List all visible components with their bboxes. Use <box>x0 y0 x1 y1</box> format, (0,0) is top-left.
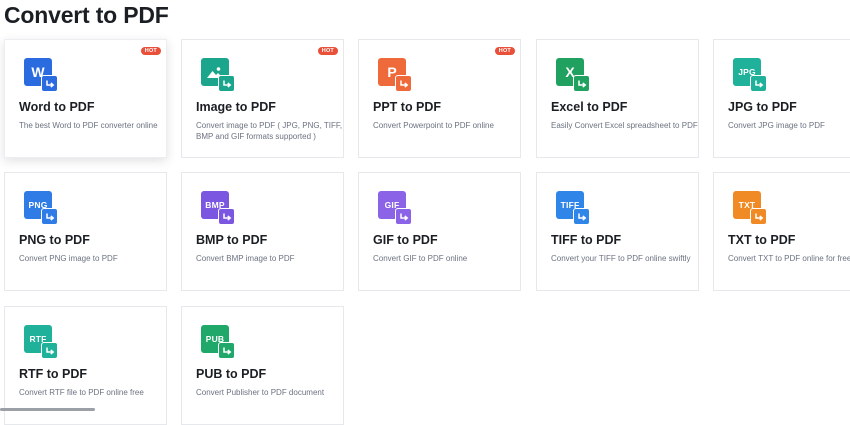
convert-arrow-icon <box>573 75 590 92</box>
hot-badge: HOT <box>317 47 338 55</box>
card-description: Convert your TIFF to PDF online swiftly <box>551 254 691 263</box>
converter-card-pub[interactable]: PUB PUB to PDF Convert Publisher to PDF do… <box>181 306 344 425</box>
converter-card-excel[interactable]: X Excel to PDF Easily Convert Excel spread… <box>536 39 699 158</box>
bmp-icon: BMP <box>201 191 235 225</box>
convert-arrow-icon <box>41 342 58 359</box>
convert-arrow-icon <box>218 342 235 359</box>
convert-arrow-icon <box>41 208 58 225</box>
converter-card-jpg[interactable]: JPG JPG to PDF Convert JPG image to PDF <box>713 39 850 158</box>
converter-card-tiff[interactable]: TIFF TIFF to PDF Convert your TIFF to PDF … <box>536 172 699 291</box>
powerpoint-icon: P <box>378 58 412 92</box>
card-title: Word to PDF <box>19 100 95 114</box>
jpg-icon: JPG <box>733 58 767 92</box>
card-title: BMP to PDF <box>196 233 268 247</box>
converter-card-bmp[interactable]: BMP BMP to PDF Convert BMP image to PDF <box>181 172 344 291</box>
converter-card-ppt[interactable]: P HOT PPT to PDF Convert Powerpoint to PDF … <box>358 39 521 158</box>
hot-badge: HOT <box>494 47 515 55</box>
converter-card-png[interactable]: PNG PNG to PDF Convert PNG image to PDF <box>4 172 167 291</box>
publisher-icon: PUB <box>201 325 235 359</box>
convert-arrow-icon <box>750 208 767 225</box>
converter-card-gif[interactable]: GIF GIF to PDF Convert GIF to PDF online <box>358 172 521 291</box>
card-description: Convert BMP image to PDF <box>196 254 295 263</box>
card-title: TXT to PDF <box>728 233 796 247</box>
converter-card-word[interactable]: W HOT Word to PDF The best Word to PDF conv… <box>4 39 167 158</box>
convert-arrow-icon <box>395 75 412 92</box>
converter-card-txt[interactable]: TXT TXT to PDF Convert TXT to PDF online f… <box>713 172 850 291</box>
card-description: The best Word to PDF converter online <box>19 121 158 130</box>
card-title: TIFF to PDF <box>551 233 622 247</box>
converter-card-image[interactable]: HOT Image to PDF Convert image to PDF ( JP… <box>181 39 344 158</box>
card-description: Convert Publisher to PDF document <box>196 388 325 397</box>
card-title: PUB to PDF <box>196 367 267 381</box>
word-icon: W <box>24 58 58 92</box>
card-title: Image to PDF <box>196 100 276 114</box>
card-description: Convert Powerpoint to PDF online <box>373 121 494 130</box>
card-title: Excel to PDF <box>551 100 628 114</box>
png-icon: PNG <box>24 191 58 225</box>
card-title: PNG to PDF <box>19 233 90 247</box>
convert-arrow-icon <box>41 75 58 92</box>
tiff-icon: TIFF <box>556 191 590 225</box>
hot-badge: HOT <box>140 47 161 55</box>
converter-grid: W HOT Word to PDF The best Word to PDF conv… <box>0 0 850 425</box>
card-title: RTF to PDF <box>19 367 88 381</box>
card-description: Convert image to PDF ( JPG, PNG, TIFF, B… <box>196 121 343 141</box>
convert-arrow-icon <box>218 75 235 92</box>
card-description: Convert PNG image to PDF <box>19 254 118 263</box>
card-title: JPG to PDF <box>728 100 797 114</box>
card-description: Easily Convert Excel spreadsheet to PDF <box>551 121 698 130</box>
image-icon <box>201 58 235 92</box>
txt-icon: TXT <box>733 191 767 225</box>
excel-icon: X <box>556 58 590 92</box>
card-description: Convert GIF to PDF online <box>373 254 468 263</box>
convert-arrow-icon <box>218 208 235 225</box>
rtf-icon: RTF <box>24 325 58 359</box>
card-title: GIF to PDF <box>373 233 438 247</box>
convert-arrow-icon <box>750 75 767 92</box>
card-description: Convert JPG image to PDF <box>728 121 825 130</box>
convert-arrow-icon <box>573 208 590 225</box>
gif-icon: GIF <box>378 191 412 225</box>
convert-arrow-icon <box>395 208 412 225</box>
card-description: Convert RTF file to PDF online free <box>19 388 144 397</box>
card-description: Convert TXT to PDF online for free <box>728 254 850 263</box>
card-title: PPT to PDF <box>373 100 442 114</box>
